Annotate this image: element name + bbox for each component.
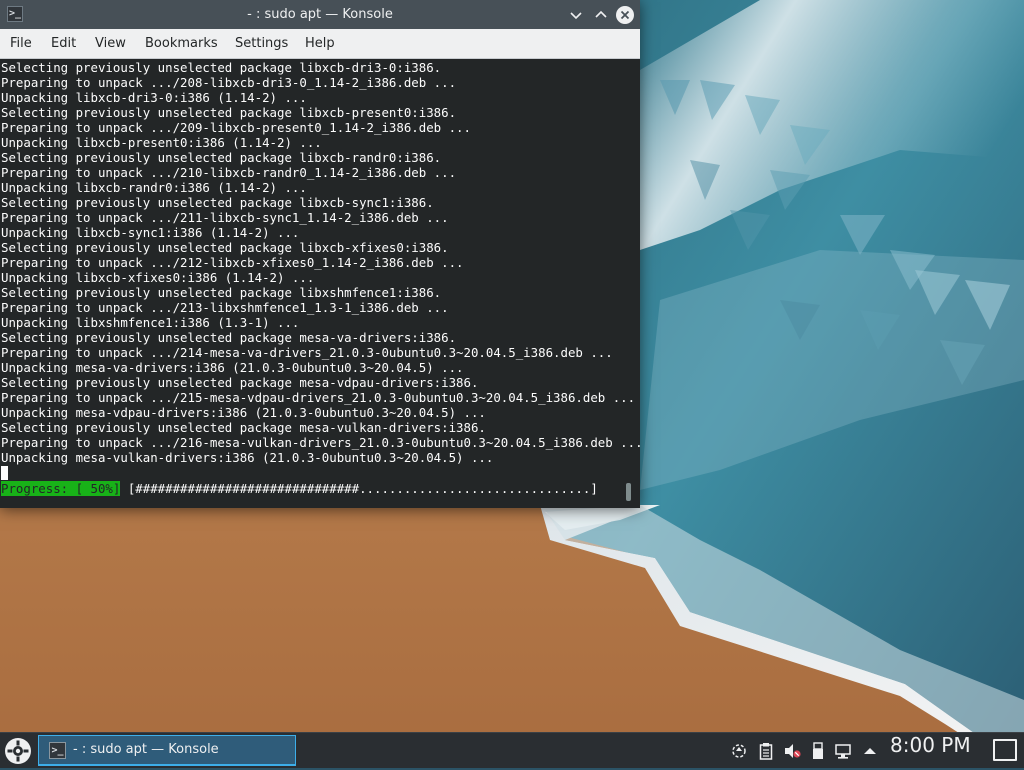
tray-expand-icon[interactable]	[861, 742, 879, 760]
chevron-down-icon	[570, 12, 582, 20]
terminal-line: Selecting previously unselected package …	[1, 285, 442, 300]
terminal-line: Unpacking libxcb-dri3-0:i386 (1.14-2) ..…	[1, 90, 307, 105]
terminal-line: Selecting previously unselected package …	[1, 330, 457, 345]
terminal-line: Preparing to unpack .../210-libxcb-randr…	[1, 165, 457, 180]
apt-progress: Progress: [ 50%] [######################…	[1, 481, 598, 496]
terminal-line: Preparing to unpack .../213-libxshmfence…	[1, 300, 449, 315]
terminal-line: Preparing to unpack .../208-libxcb-dri3-…	[1, 75, 457, 90]
updates-icon[interactable]	[730, 742, 748, 760]
terminal-line: Selecting previously unselected package …	[1, 375, 479, 390]
terminal-line: Unpacking libxcb-present0:i386 (1.14-2) …	[1, 135, 322, 150]
maximize-button[interactable]	[591, 5, 611, 25]
menu-view[interactable]: View	[95, 29, 126, 59]
chevron-up-icon	[595, 10, 607, 18]
terminal-output[interactable]: Selecting previously unselected package …	[0, 59, 643, 508]
clock[interactable]: 8:00 PM	[890, 733, 971, 757]
menu-edit[interactable]: Edit	[51, 29, 76, 59]
terminal-line: Preparing to unpack .../212-libxcb-xfixe…	[1, 255, 464, 270]
clipboard-icon[interactable]	[757, 742, 775, 760]
terminal-cursor	[1, 466, 8, 480]
show-desktop-icon[interactable]	[993, 739, 1017, 761]
scrollbar-handle[interactable]	[626, 483, 631, 501]
terminal-line: Unpacking mesa-vdpau-drivers:i386 (21.0.…	[1, 405, 486, 420]
terminal-line: Unpacking libxcb-randr0:i386 (1.14-2) ..…	[1, 180, 307, 195]
network-wired-icon[interactable]	[834, 742, 852, 760]
terminal-line: Selecting previously unselected package …	[1, 195, 434, 210]
terminal-line: Unpacking mesa-vulkan-drivers:i386 (21.0…	[1, 450, 494, 465]
menubar: File Edit View Bookmarks Settings Help	[0, 29, 640, 59]
terminal-line: Unpacking libxcb-xfixes0:i386 (1.14-2) .…	[1, 270, 315, 285]
terminal-line: Selecting previously unselected package …	[1, 240, 449, 255]
taskbar-task-konsole[interactable]: >_ - : sudo apt — Konsole	[38, 735, 296, 766]
terminal-line: Selecting previously unselected package …	[1, 150, 442, 165]
terminal-lines: Selecting previously unselected package …	[1, 60, 643, 465]
application-launcher-button[interactable]	[3, 736, 33, 766]
terminal-line: Preparing to unpack .../215-mesa-vdpau-d…	[1, 390, 636, 405]
terminal-line: Preparing to unpack .../216-mesa-vulkan-…	[1, 435, 643, 450]
window-titlebar[interactable]: >_ - : sudo apt — Konsole	[0, 0, 640, 29]
window-title: - : sudo apt — Konsole	[247, 7, 393, 22]
terminal-line: Preparing to unpack .../214-mesa-va-driv…	[1, 345, 613, 360]
terminal-line: Unpacking mesa-va-drivers:i386 (21.0.3-0…	[1, 360, 464, 375]
taskbar: >_ - : sudo apt — Konsole 8:00 PM	[0, 732, 1024, 768]
minimize-button[interactable]	[566, 5, 586, 25]
terminal-icon: >_	[49, 742, 66, 759]
terminal-line: Selecting previously unselected package …	[1, 105, 457, 120]
progress-bar: [##############################.........…	[127, 481, 598, 496]
menu-file[interactable]: File	[10, 29, 32, 59]
close-icon	[616, 6, 634, 24]
kde-application-launcher-icon	[5, 738, 31, 764]
menu-help[interactable]: Help	[305, 29, 335, 59]
menu-settings[interactable]: Settings	[235, 29, 288, 59]
terminal-line: Unpacking libxcb-sync1:i386 (1.14-2) ...	[1, 225, 300, 240]
terminal-line: Selecting previously unselected package …	[1, 420, 486, 435]
terminal-line: Selecting previously unselected package …	[1, 60, 442, 75]
close-button[interactable]	[615, 5, 635, 25]
usb-device-icon[interactable]	[809, 742, 827, 760]
task-label: - : sudo apt — Konsole	[73, 742, 219, 757]
progress-label: Progress: [ 50%]	[1, 481, 121, 496]
menu-bookmarks[interactable]: Bookmarks	[145, 29, 218, 59]
volume-muted-icon[interactable]	[783, 742, 801, 760]
terminal-line: Unpacking libxshmfence1:i386 (1.3-1) ...	[1, 315, 300, 330]
terminal-line: Preparing to unpack .../211-libxcb-sync1…	[1, 210, 449, 225]
terminal-line: Preparing to unpack .../209-libxcb-prese…	[1, 120, 471, 135]
konsole-window: >_ - : sudo apt — Konsole File Edit View…	[0, 0, 643, 508]
